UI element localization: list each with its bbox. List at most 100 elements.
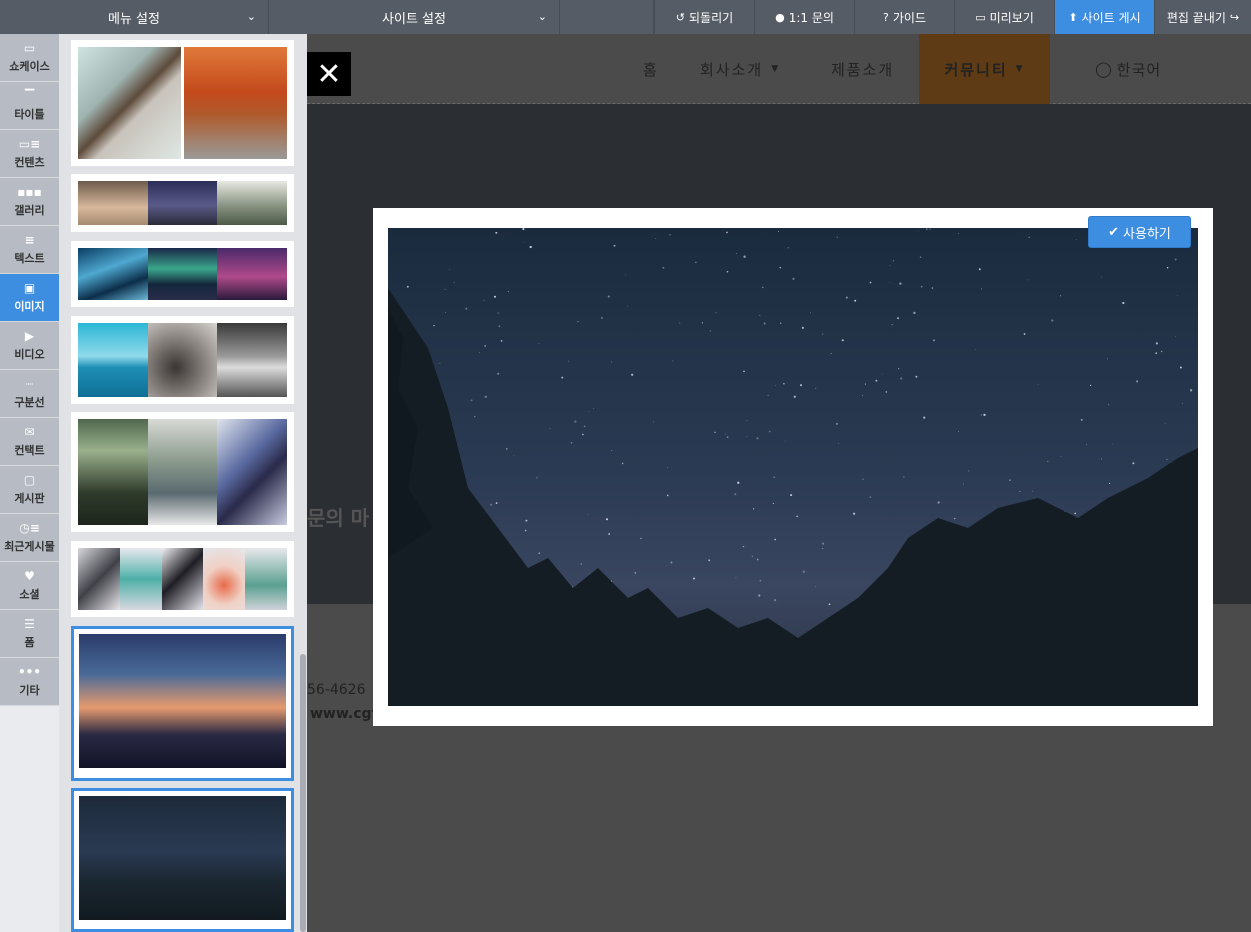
star <box>917 230 919 232</box>
star <box>634 572 637 574</box>
undo-label: 되돌리기 <box>689 10 734 25</box>
star <box>587 514 589 516</box>
star <box>474 415 476 418</box>
star <box>756 437 759 440</box>
star <box>783 383 785 385</box>
star <box>889 265 891 267</box>
language-selector[interactable]: ◯ 한국어 <box>1095 34 1161 104</box>
star <box>915 375 918 378</box>
scrollbar-thumb[interactable] <box>300 654 306 932</box>
star <box>734 493 737 496</box>
nav-item-contact[interactable]: ✉ 컨택트 <box>0 418 59 466</box>
star <box>672 360 674 362</box>
image-template-thumbnail[interactable] <box>71 412 294 532</box>
star <box>524 241 525 243</box>
monitor-icon: ▭ <box>975 10 986 24</box>
star <box>903 476 905 478</box>
image-template-thumbnail[interactable] <box>71 541 294 617</box>
star <box>932 339 936 342</box>
menu-about[interactable]: 회사소개 ▼ <box>700 34 780 104</box>
star <box>773 598 777 602</box>
star <box>679 322 681 324</box>
star <box>621 462 624 465</box>
star <box>581 433 584 436</box>
preview-button[interactable]: ▭ 미리보기 <box>954 0 1054 34</box>
star <box>605 518 609 521</box>
image-template-thumbnail[interactable] <box>71 316 294 404</box>
star <box>497 312 499 314</box>
star <box>1174 258 1177 261</box>
star <box>836 236 838 238</box>
top-toolbar: 메뉴 설정 ⌄ 사이트 설정 ⌄ ↺ 되돌리기 ● 1:1 문의 ? 가이드 ▭… <box>0 0 1251 34</box>
image-template-thumbnail[interactable] <box>71 241 294 307</box>
image-template-thumbnail-selected[interactable] <box>71 788 294 932</box>
image-template-thumbnail[interactable] <box>71 40 294 166</box>
star <box>774 385 776 386</box>
menu-community[interactable]: 커뮤니티 ▼ <box>919 34 1050 104</box>
star <box>929 228 931 230</box>
star <box>1019 490 1021 492</box>
nav-item-title[interactable]: ▔ 타이틀 <box>0 82 59 130</box>
star <box>433 324 435 327</box>
image-template-thumbnail[interactable] <box>71 174 294 232</box>
nav-item-content[interactable]: ▭≡ 컨텐츠 <box>0 130 59 178</box>
star <box>767 394 769 397</box>
star <box>742 545 745 548</box>
star <box>774 538 776 541</box>
gallery-icon: ▪▪▪ <box>17 185 42 199</box>
list-icon: ☰ <box>24 617 35 631</box>
star <box>667 467 668 468</box>
star <box>772 502 774 505</box>
star <box>784 440 786 442</box>
nav-item-gallery[interactable]: ▪▪▪ 갤러리 <box>0 178 59 226</box>
menu-settings-dropdown[interactable]: 메뉴 설정 ⌄ <box>0 0 269 34</box>
star <box>561 376 564 379</box>
share-arrow-icon: ↪ <box>1229 10 1240 24</box>
nav-item-image[interactable]: ▣ 이미지 <box>0 274 59 322</box>
nav-item-showcase[interactable]: ▭ 쇼케이스 <box>0 34 59 82</box>
star <box>577 320 579 323</box>
star <box>1037 384 1039 385</box>
nav-item-text[interactable]: ≡ 텍스트 <box>0 226 59 274</box>
nav-item-recent-posts[interactable]: ◷≡ 최근게시물 <box>0 514 59 562</box>
star <box>484 395 487 398</box>
menu-home[interactable]: 홈 <box>643 34 659 104</box>
nav-item-divider[interactable]: ┈ 구분선 <box>0 370 59 418</box>
image-template-thumbnail-selected[interactable] <box>71 626 294 781</box>
nav-item-social[interactable]: ♥ 소셜 <box>0 562 59 610</box>
star <box>1176 295 1178 296</box>
star <box>743 255 746 258</box>
guide-button[interactable]: ? 가이드 <box>854 0 954 34</box>
star <box>1161 350 1163 353</box>
panel-scrollbar[interactable] <box>298 34 307 932</box>
nav-item-video[interactable]: ▶ 비디오 <box>0 322 59 370</box>
star <box>522 228 525 231</box>
star <box>822 548 824 550</box>
star <box>538 343 540 344</box>
nav-item-form[interactable]: ☰ 폼 <box>0 610 59 658</box>
menu-products[interactable]: 제품소개 <box>831 34 894 104</box>
nav-item-board[interactable]: ▢ 게시판 <box>0 466 59 514</box>
star <box>1182 403 1184 404</box>
use-image-button[interactable]: ✔ 사용하기 <box>1088 216 1191 248</box>
chevron-down-icon: ⌄ <box>537 10 547 23</box>
finish-edit-button[interactable]: 편집 끝내기 ↪ <box>1154 0 1251 34</box>
star <box>875 379 878 382</box>
star <box>799 384 803 387</box>
star <box>768 430 771 433</box>
close-icon[interactable]: ✕ <box>307 52 351 96</box>
publish-button[interactable]: ⬆ 사이트 게시 <box>1054 0 1154 34</box>
clock-icon: ◷≡ <box>19 521 40 535</box>
star <box>980 414 982 416</box>
star <box>762 286 764 289</box>
star <box>1059 295 1062 297</box>
star <box>600 316 603 319</box>
star <box>498 325 501 328</box>
star <box>588 411 590 412</box>
nav-item-more[interactable]: ••• 기타 <box>0 658 59 706</box>
star <box>1155 342 1158 345</box>
inquiry-button[interactable]: ● 1:1 문의 <box>754 0 854 34</box>
site-settings-dropdown[interactable]: 사이트 설정 ⌄ <box>269 0 560 34</box>
undo-button[interactable]: ↺ 되돌리기 <box>654 0 754 34</box>
star <box>1089 384 1092 387</box>
